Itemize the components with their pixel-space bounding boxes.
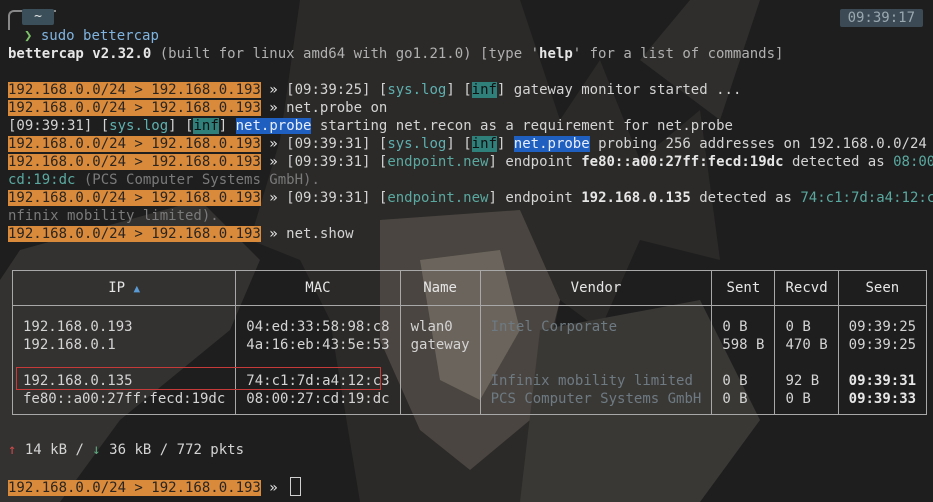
- log-line: 192.168.0.0/24 > 192.168.0.193 » [09:39:…: [8, 190, 933, 206]
- level-badge: inf: [471, 82, 497, 98]
- current-directory: ~: [22, 9, 54, 25]
- table-row: 192.168.0.193 192.168.0.1 04:ed:33:58:98…: [11, 305, 928, 354]
- sent-cell: 0 B 598 B: [711, 305, 776, 354]
- name-cell: [399, 354, 481, 415]
- shell-command-line: ❯ sudo bettercap: [24, 27, 159, 45]
- banner-line: bettercap v2.32.0 (built for linux amd64…: [8, 45, 783, 63]
- command-line: 192.168.0.0/24 > 192.168.0.193 » net.sho…: [8, 226, 354, 242]
- session-prefix: 192.168.0.0/24 > 192.168.0.193: [8, 154, 261, 170]
- log-line: 192.168.0.0/24 > 192.168.0.193 » [09:39:…: [8, 154, 933, 170]
- sort-ascending-icon: ▲: [133, 281, 141, 295]
- sent-cell: 0 B 0 B: [711, 354, 776, 415]
- column-header-sent[interactable]: Sent: [711, 270, 776, 306]
- recvd-cell: 92 B 0 B: [774, 354, 839, 415]
- module-badge: net.probe: [235, 118, 312, 134]
- column-header-mac[interactable]: MAC: [235, 270, 401, 306]
- log-line: 192.168.0.0/24 > 192.168.0.193 » [09:39:…: [8, 82, 742, 98]
- build-info: (built for linux amd64 with go1.21.0) [t…: [151, 46, 540, 62]
- session-prefix: 192.168.0.0/24 > 192.168.0.193: [8, 136, 261, 152]
- help-keyword: help: [539, 46, 573, 62]
- log-line: [09:39:31] [sys.log] [inf] net.probe sta…: [8, 118, 733, 134]
- column-header-recvd[interactable]: Recvd: [774, 270, 839, 306]
- log-line-wrap: cd:19:dc (PCS Computer Systems GmbH).: [8, 172, 320, 188]
- level-badge: inf: [193, 118, 219, 134]
- shell-command: sudo bettercap: [40, 28, 159, 44]
- ip-cell: 192.168.0.193 192.168.0.1: [11, 305, 237, 354]
- session-prefix: 192.168.0.0/24 > 192.168.0.193: [8, 82, 261, 98]
- module-badge: net.probe: [513, 136, 590, 152]
- text-cursor[interactable]: [290, 477, 302, 496]
- session-prefix: 192.168.0.0/24 > 192.168.0.193: [8, 226, 261, 242]
- seen-cell: 09:39:31 09:39:33: [837, 354, 928, 415]
- column-header-name[interactable]: Name: [399, 270, 481, 306]
- prompt-arrow-icon: ❯: [24, 28, 33, 44]
- command-line: 192.168.0.0/24 > 192.168.0.193 » net.pro…: [8, 100, 388, 116]
- recvd-cell: 0 B 470 B: [774, 305, 839, 354]
- download-arrow-icon: ↓: [92, 442, 101, 458]
- input-line[interactable]: 192.168.0.0/24 > 192.168.0.193 »: [8, 477, 302, 496]
- table-header-row: IP ▲ MAC Name Vendor Sent Recvd Seen: [11, 270, 928, 306]
- column-header-ip[interactable]: IP ▲: [11, 270, 237, 306]
- vendor-cell: Infinix mobility limited PCS Computer Sy…: [479, 354, 713, 415]
- terminal-window: ~ 09:39:17 ❯ sudo bettercap bettercap v2…: [0, 0, 933, 502]
- app-name-version: bettercap v2.32.0: [8, 46, 152, 62]
- highlight-box: [16, 367, 381, 390]
- session-prefix: 192.168.0.0/24 > 192.168.0.193: [8, 480, 261, 496]
- banner-tail: ' for a list of commands]: [572, 46, 784, 62]
- mac-cell: 04:ed:33:58:98:c8 4a:16:eb:43:5e:53: [235, 305, 401, 354]
- vendor-cell: Intel Corporate: [479, 305, 713, 354]
- hosts-table: IP ▲ MAC Name Vendor Sent Recvd Seen 192…: [11, 270, 928, 415]
- session-prefix: 192.168.0.0/24 > 192.168.0.193: [8, 190, 261, 206]
- name-cell: wlan0 gateway: [399, 305, 481, 354]
- traffic-stats: ↑ 14 kB / ↓ 36 kB / 772 pkts: [8, 442, 245, 458]
- column-header-seen[interactable]: Seen: [837, 270, 928, 306]
- clock-badge: 09:39:17: [839, 9, 923, 27]
- session-prefix: 192.168.0.0/24 > 192.168.0.193: [8, 100, 261, 116]
- seen-cell: 09:39:25 09:39:25: [837, 305, 928, 354]
- column-header-vendor[interactable]: Vendor: [479, 270, 713, 306]
- level-badge: inf: [471, 136, 497, 152]
- log-line-wrap: nfinix mobility limited).: [8, 208, 219, 224]
- log-line: 192.168.0.0/24 > 192.168.0.193 » [09:39:…: [8, 136, 927, 152]
